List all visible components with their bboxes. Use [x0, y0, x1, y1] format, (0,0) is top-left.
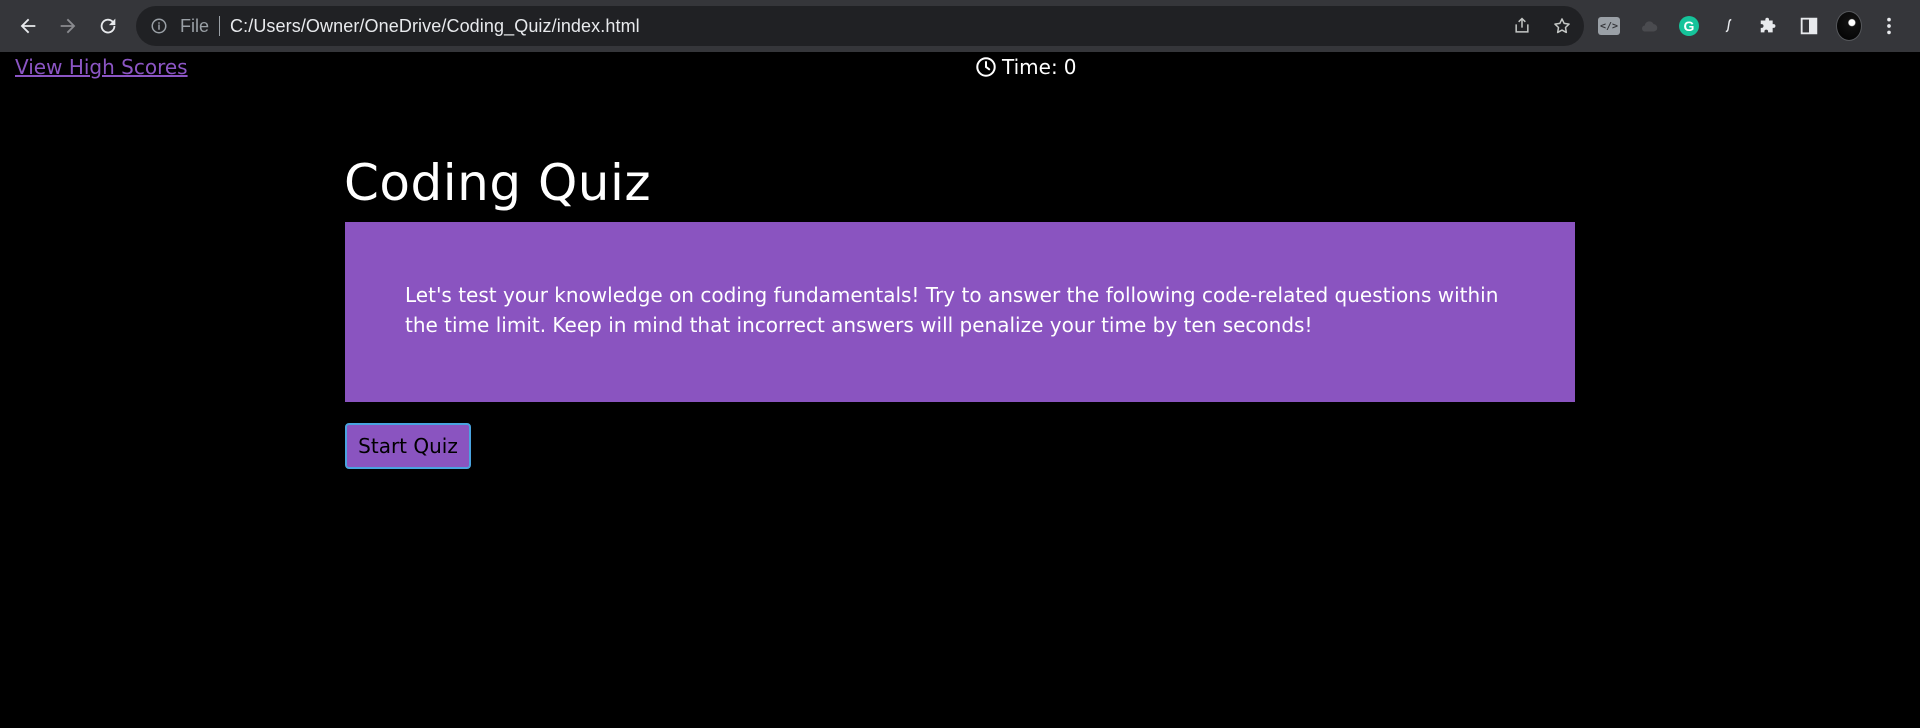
cloud-icon [1642, 21, 1658, 32]
cloud-extension-button[interactable] [1636, 13, 1662, 39]
code-extension-button[interactable]: </> [1596, 13, 1622, 39]
forward-button[interactable] [48, 0, 88, 52]
grammarly-extension-button[interactable]: G [1676, 13, 1702, 39]
avatar [1836, 11, 1862, 41]
timer-value: 0 [1063, 55, 1077, 79]
browser-menu-button[interactable] [1876, 13, 1902, 39]
url-text[interactable]: C:/Users/Owner/OneDrive/Coding_Quiz/inde… [230, 16, 640, 37]
reload-button[interactable] [88, 0, 128, 52]
file-scheme-label: File [180, 15, 210, 36]
clock-icon [976, 57, 996, 77]
share-icon[interactable] [1512, 16, 1532, 36]
side-panel-icon [1800, 17, 1818, 35]
timer-label: Time: [1002, 55, 1058, 79]
info-icon[interactable] [150, 17, 168, 35]
profile-button[interactable] [1836, 11, 1862, 41]
page-content: View High Scores Time: 0 Coding Quiz Let… [0, 52, 1920, 728]
timer: Time: 0 [975, 52, 1076, 82]
grammarly-icon: G [1679, 16, 1699, 36]
reload-icon [100, 18, 116, 34]
script-icon [1725, 18, 1732, 33]
start-quiz-button[interactable]: Start Quiz [345, 423, 471, 469]
extensions-menu-button[interactable] [1756, 13, 1782, 39]
puzzle-icon [1760, 17, 1776, 33]
omnibox-actions [1512, 6, 1572, 46]
extensions-area: </> G [1596, 0, 1902, 52]
omnibox-divider [219, 16, 221, 36]
forward-arrow-icon [60, 18, 76, 34]
back-button[interactable] [8, 0, 48, 52]
view-high-scores-link[interactable]: View High Scores [15, 52, 188, 82]
browser-toolbar: File C:/Users/Owner/OneDrive/Coding_Quiz… [0, 0, 1920, 52]
side-panel-button[interactable] [1796, 13, 1822, 39]
script-extension-button[interactable] [1716, 13, 1742, 39]
code-extension-icon: </> [1598, 17, 1620, 35]
menu-dots-icon [1887, 17, 1891, 35]
star-icon[interactable] [1552, 16, 1572, 36]
intro-text: Let's test your knowledge on coding fund… [405, 283, 1499, 337]
page-title: Coding Quiz [344, 154, 652, 212]
back-arrow-icon [20, 18, 36, 34]
intro-panel: Let's test your knowledge on coding fund… [345, 222, 1575, 402]
address-bar[interactable]: File C:/Users/Owner/OneDrive/Coding_Quiz… [136, 6, 1584, 46]
